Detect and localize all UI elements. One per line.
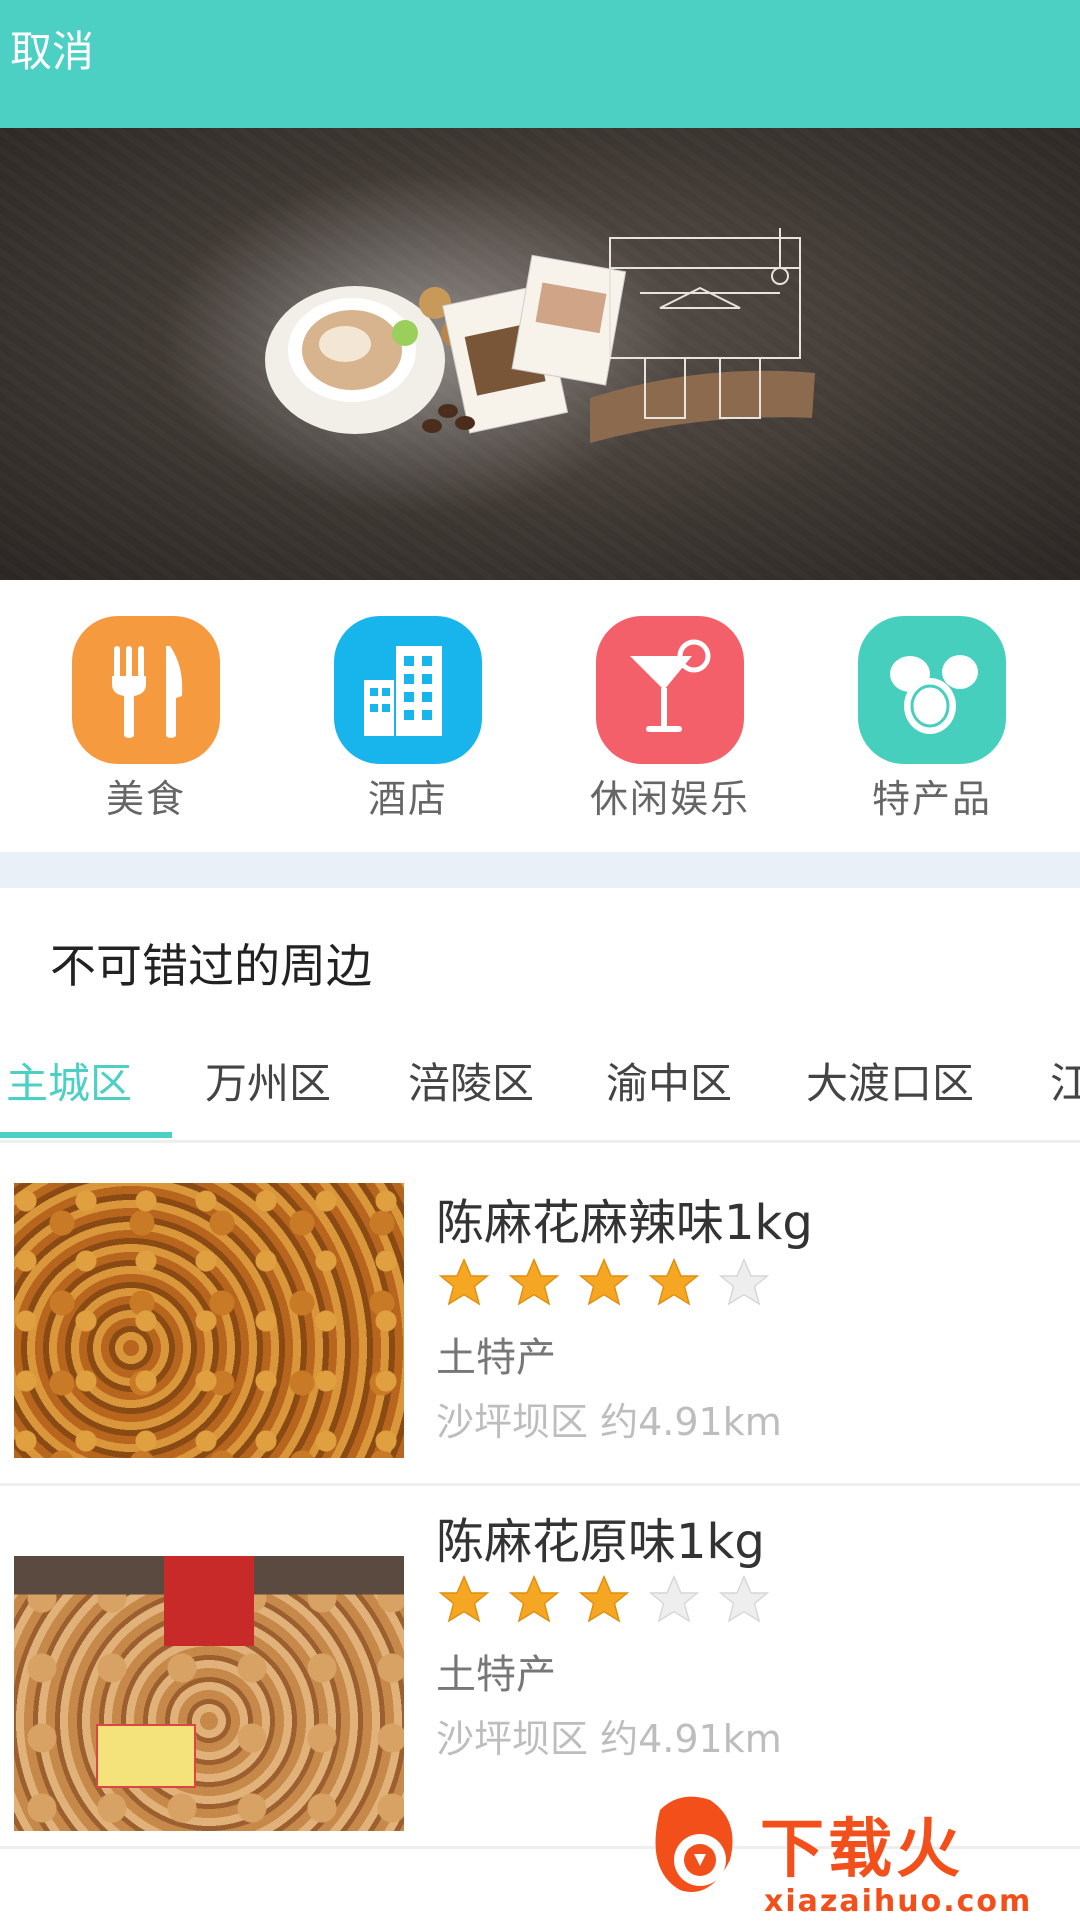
- product-image: [14, 1556, 404, 1831]
- product-image: [14, 1183, 404, 1458]
- star-empty-icon: [648, 1574, 700, 1623]
- category-label: 美食: [105, 777, 186, 821]
- cancel-button[interactable]: 取消: [10, 18, 94, 79]
- star-empty-icon: [718, 1574, 770, 1623]
- star-filled-icon: [438, 1257, 490, 1306]
- coffee-illustration: [160, 173, 815, 513]
- active-tab-indicator: [0, 1132, 172, 1138]
- hotel-building-icon: [334, 616, 482, 764]
- section-divider: [0, 852, 1080, 888]
- tab-yuzhong[interactable]: 渝中区: [606, 1050, 732, 1111]
- tab-dadukou[interactable]: 大渡口区: [806, 1050, 974, 1111]
- cocktail-icon: [596, 616, 744, 764]
- star-filled-icon: [508, 1574, 560, 1623]
- banner-image[interactable]: [0, 128, 1080, 580]
- product-category: 土特产: [436, 1335, 556, 1381]
- category-specialty[interactable]: 特产品: [842, 616, 1022, 836]
- star-filled-icon: [438, 1574, 490, 1623]
- tab-wanzhou[interactable]: 万州区: [205, 1050, 331, 1111]
- section-title: 不可错过的周边: [50, 939, 372, 993]
- tab-jiang[interactable]: 江: [1050, 1050, 1080, 1111]
- star-filled-icon: [578, 1257, 630, 1306]
- tab-main-city[interactable]: 主城区: [6, 1050, 132, 1111]
- list-item[interactable]: 陈麻花麻辣味1kg 土特产 沙坪坝区 约4.91km: [0, 1143, 1080, 1486]
- fork-knife-icon: [72, 616, 220, 764]
- star-filled-icon: [648, 1257, 700, 1306]
- star-filled-icon: [508, 1257, 560, 1306]
- district-tabs: 主城区 万州区 涪陵区 渝中区 大渡口区 江: [0, 1020, 1080, 1143]
- category-label: 特产品: [871, 777, 992, 821]
- top-bar: 取消: [0, 0, 1080, 128]
- star-filled-icon: [578, 1574, 630, 1623]
- tab-fuling[interactable]: 涪陵区: [408, 1050, 534, 1111]
- product-location: 沙坪坝区 约4.91km: [436, 1400, 782, 1444]
- watermark: 下载火 xiazaihuo.com: [640, 1790, 1080, 1920]
- product-category: 土特产: [436, 1652, 556, 1698]
- star-empty-icon: [718, 1257, 770, 1306]
- category-label: 休闲娱乐: [589, 777, 750, 821]
- category-row: 美食 酒店 休闲娱乐 特产品: [0, 580, 1080, 850]
- category-entertainment[interactable]: 休闲娱乐: [580, 616, 760, 836]
- watermark-brand: 下载火: [760, 1813, 964, 1887]
- product-location: 沙坪坝区 约4.91km: [436, 1717, 782, 1761]
- category-food[interactable]: 美食: [56, 616, 236, 836]
- rating-stars: [436, 1572, 786, 1628]
- product-title: 陈麻花麻辣味1kg: [436, 1195, 813, 1251]
- watermark-url: xiazaihuo.com: [764, 1884, 1033, 1919]
- category-label: 酒店: [367, 777, 448, 821]
- product-title: 陈麻花原味1kg: [436, 1514, 765, 1570]
- category-hotel[interactable]: 酒店: [318, 616, 498, 836]
- rating-stars: [436, 1255, 786, 1311]
- nuts-icon: [858, 616, 1006, 764]
